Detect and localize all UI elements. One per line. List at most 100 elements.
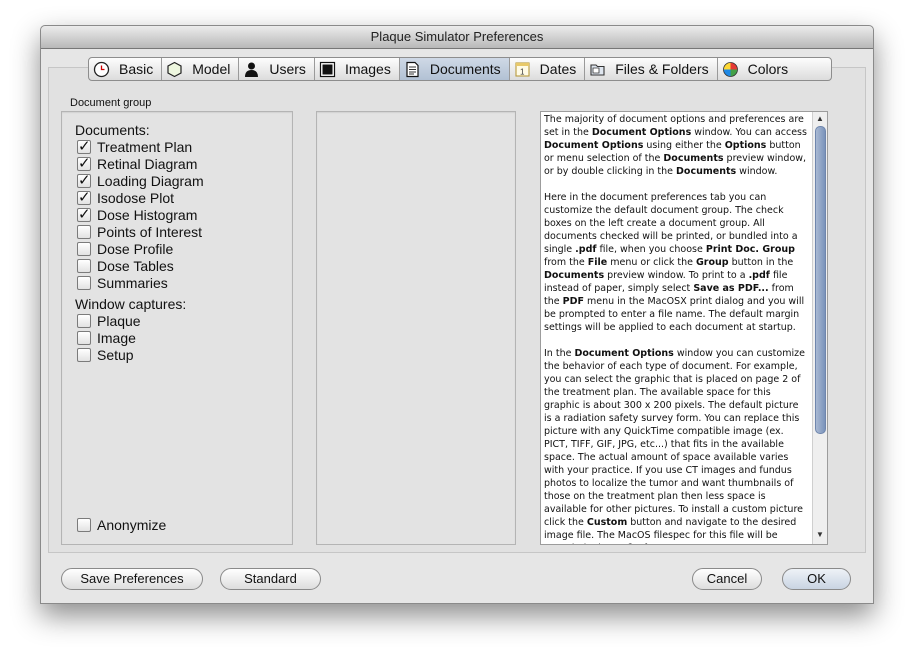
vertical-scrollbar[interactable]: ▲ ▼ (812, 112, 827, 544)
scroll-up-icon[interactable]: ▲ (816, 114, 824, 123)
window-captures-label: Window captures: (75, 296, 187, 312)
checkbox-checked (77, 154, 91, 172)
help-text-segment: button in the (728, 257, 794, 268)
checkbox-unchecked (77, 275, 91, 290)
tab-label: Users (269, 61, 306, 77)
folder-icon (589, 61, 606, 78)
tab-files-folders[interactable]: Files & Folders (585, 58, 718, 80)
tab-images[interactable]: Images (315, 58, 400, 80)
checkbox-retinal-diagram[interactable]: Retinal Diagram (77, 154, 198, 172)
tab-label: Dates (539, 61, 577, 77)
help-text-segment: preview window. To print to a (604, 270, 749, 281)
help-text-bold: Custom (586, 517, 628, 528)
checkbox-label: Plaque (97, 312, 141, 329)
help-paragraph: The majority of document options and pre… (544, 113, 808, 178)
help-text-bold: Document Options (591, 127, 692, 138)
color-wheel-icon (722, 61, 739, 78)
checkbox-treatment-plan[interactable]: Treatment Plan (77, 137, 193, 155)
checkbox-points-of-interest[interactable]: Points of Interest (77, 223, 202, 240)
checkbox-setup[interactable]: Setup (77, 346, 134, 363)
checkbox-unchecked (77, 347, 91, 362)
anonymize-checkbox[interactable]: Anonymize (77, 516, 166, 533)
tab-colors[interactable]: Colors (718, 58, 796, 80)
save-preferences-button[interactable]: Save Preferences (61, 568, 203, 590)
help-text-bold: .pdf (748, 270, 770, 281)
help-text-segment: menu in the MacOSX print dialog and you … (544, 296, 805, 333)
checkbox-label: Setup (97, 346, 134, 363)
checkbox-loading-diagram[interactable]: Loading Diagram (77, 171, 204, 189)
ok-button[interactable]: OK (782, 568, 851, 590)
standard-button[interactable]: Standard (220, 568, 321, 590)
help-text-bold: Documents (663, 153, 724, 164)
help-text-bold: Documents (676, 166, 737, 177)
checkbox-plaque[interactable]: Plaque (77, 312, 141, 329)
checkbox-unchecked (77, 330, 91, 345)
clock-icon (93, 61, 110, 78)
tab-documents[interactable]: Documents (399, 58, 510, 80)
checkbox-dose-tables[interactable]: Dose Tables (77, 257, 174, 274)
help-text-segment: window. You can access (691, 127, 807, 138)
tab-label: Basic (119, 61, 154, 77)
help-text-bold: File (587, 257, 608, 268)
help-text-segment: using either the (643, 140, 725, 151)
help-text-bold: Documents (544, 270, 605, 281)
window-title: Plaque Simulator Preferences (41, 26, 873, 49)
checkbox-label: Image (97, 329, 136, 346)
svg-text:1: 1 (520, 67, 525, 76)
checkbox-dose-profile[interactable]: Dose Profile (77, 240, 173, 257)
help-text-bold: PDF (562, 296, 584, 307)
tab-label: Documents (429, 61, 501, 77)
tab-basic[interactable]: Basic (89, 58, 163, 80)
help-text: The majority of document options and pre… (544, 113, 808, 544)
checkbox-label: Points of Interest (97, 223, 203, 240)
user-icon (243, 61, 260, 78)
checkbox-unchecked (77, 241, 91, 256)
checkbox-label: Retinal Diagram (97, 155, 198, 172)
checkbox-image[interactable]: Image (77, 329, 136, 346)
tab-dates[interactable]: 1 Dates (510, 58, 586, 80)
checkbox-checked (77, 188, 91, 206)
image-frame-icon (319, 61, 336, 78)
checkbox-label: Treatment Plan (97, 138, 193, 155)
checkbox-unchecked (77, 258, 91, 273)
help-text-segment: file, when you choose (596, 244, 706, 255)
checkbox-label: Dose Tables (97, 257, 174, 274)
help-text-bold: .pdf (575, 244, 597, 255)
document-icon (404, 61, 421, 78)
help-text-bold: Document Options (544, 140, 644, 151)
tab-users[interactable]: Users (239, 58, 315, 80)
tab-label: Model (192, 61, 231, 77)
document-preview-box (316, 111, 516, 545)
help-paragraph: Here in the document preferences tab you… (544, 191, 808, 334)
help-text-bold: Save as PDF... (693, 283, 769, 294)
help-text-segment: In the (544, 348, 575, 359)
tab-bar: Basic Model Users Images Documents 1 Dat… (88, 57, 832, 81)
checkbox-box (77, 517, 91, 532)
tab-label: Files & Folders (615, 61, 709, 77)
checkbox-isodose-plot[interactable]: Isodose Plot (77, 188, 174, 206)
help-text-bold: Group (695, 257, 729, 268)
help-text-bold: Print Doc. Group (705, 244, 795, 255)
help-text-segment: window. (736, 166, 778, 177)
checkbox-label: Loading Diagram (97, 172, 204, 189)
help-paragraph: In the Document Options window you can c… (544, 347, 808, 544)
scroll-down-icon[interactable]: ▼ (816, 530, 824, 539)
help-text-bold: Options (724, 140, 767, 151)
checkbox-checked (77, 171, 91, 189)
cancel-button[interactable]: Cancel (692, 568, 762, 590)
help-text-segment: menu or click the (607, 257, 696, 268)
checkbox-summaries[interactable]: Summaries (77, 274, 168, 291)
checkbox-unchecked (77, 313, 91, 328)
checkbox-label: Dose Histogram (97, 206, 198, 223)
tab-model[interactable]: Model (162, 58, 240, 80)
help-text-segment: window you can customize the behavior of… (544, 348, 805, 528)
help-text-pane[interactable]: The majority of document options and pre… (540, 111, 828, 545)
checkbox-checked (77, 137, 91, 155)
checkbox-dose-histogram[interactable]: Dose Histogram (77, 205, 198, 223)
help-text-bold: Document Options (574, 348, 674, 359)
checkbox-label: Anonymize (97, 516, 167, 533)
help-text-bold: Default (613, 543, 652, 544)
document-group-title: Document group (70, 97, 152, 109)
checkbox-checked (77, 205, 91, 223)
scroll-thumb[interactable] (815, 126, 826, 434)
